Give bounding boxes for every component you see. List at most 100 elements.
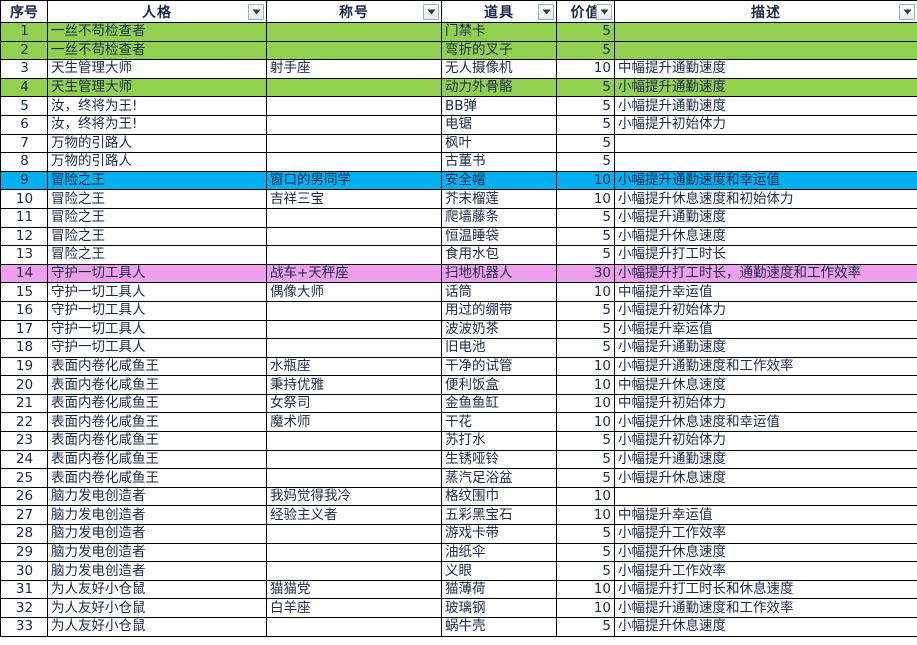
column-header-title[interactable]: 称号	[266, 0, 442, 23]
filter-dropdown-personality[interactable]	[248, 3, 264, 20]
cell-value[interactable]: 10	[556, 579, 615, 600]
cell-seq[interactable]: 32	[0, 598, 48, 618]
cell-item[interactable]: 义眼	[441, 561, 557, 581]
table-row[interactable]: 4 天生管理大师 动力外骨骼 5 小幅提升通勤速度	[0, 77, 917, 98]
cell-personality[interactable]: 脑力发电创造者	[47, 486, 267, 507]
cell-title[interactable]	[266, 114, 442, 135]
cell-personality[interactable]: 脑力发电创造者	[47, 505, 267, 526]
cell-description[interactable]: 小幅提升通勤速度	[614, 338, 917, 358]
cell-seq[interactable]: 15	[0, 282, 48, 302]
cell-title[interactable]: 秉持优雅	[266, 375, 442, 395]
cell-value[interactable]: 5	[556, 300, 615, 321]
cell-seq[interactable]: 30	[0, 561, 48, 581]
cell-personality[interactable]: 守护一切工具人	[47, 263, 267, 284]
cell-description[interactable]	[614, 486, 917, 507]
cell-seq[interactable]: 18	[0, 338, 48, 358]
cell-seq[interactable]: 24	[0, 449, 48, 470]
cell-seq[interactable]: 11	[0, 207, 48, 228]
cell-value[interactable]: 10	[556, 356, 615, 377]
cell-value[interactable]: 5	[556, 449, 615, 470]
column-header-personality[interactable]: 人格	[47, 0, 267, 23]
cell-item[interactable]: BB弹	[441, 96, 557, 116]
column-header-value[interactable]: 价值	[556, 0, 615, 23]
cell-personality[interactable]: 冒险之王	[47, 245, 267, 265]
cell-value[interactable]: 30	[556, 263, 615, 284]
cell-title[interactable]: 偶像大师	[266, 282, 442, 302]
cell-seq[interactable]: 4	[0, 77, 48, 98]
column-header-item[interactable]: 道具	[441, 0, 557, 23]
cell-value[interactable]: 5	[556, 542, 615, 563]
cell-description[interactable]: 小幅提升通勤速度和工作效率	[614, 356, 917, 377]
cell-description[interactable]: 小幅提升初始体力	[614, 300, 917, 321]
cell-value[interactable]: 10	[556, 598, 615, 618]
cell-personality[interactable]: 天生管理大师	[47, 77, 267, 98]
cell-description[interactable]: 小幅提升休息速度	[614, 542, 917, 563]
table-row[interactable]: 16 守护一切工具人 用过的绷带 5 小幅提升初始体力	[0, 300, 917, 321]
cell-item[interactable]: 苏打水	[441, 431, 557, 451]
cell-item[interactable]: 干净的试管	[441, 356, 557, 377]
cell-description[interactable]: 小幅提升休息速度	[614, 617, 917, 637]
table-row[interactable]: 31 为人友好小仓鼠 猫猫党 猫薄荷 10 小幅提升打工时长和休息速度	[0, 579, 917, 600]
table-row[interactable]: 26 脑力发电创造者 我妈觉得我冷 格纹围巾 10	[0, 486, 917, 507]
cell-value[interactable]: 5	[556, 207, 615, 228]
cell-seq[interactable]: 33	[0, 617, 48, 637]
cell-value[interactable]: 5	[556, 431, 615, 451]
cell-seq[interactable]: 28	[0, 524, 48, 544]
cell-description[interactable]: 小幅提升休息速度	[614, 468, 917, 488]
cell-seq[interactable]: 3	[0, 59, 48, 79]
cell-description[interactable]: 小幅提升通勤速度和工作效率	[614, 598, 917, 618]
cell-seq[interactable]: 16	[0, 300, 48, 321]
cell-title[interactable]	[266, 96, 442, 116]
cell-item[interactable]: 弯折的叉子	[441, 40, 557, 61]
filter-dropdown-value[interactable]	[596, 3, 612, 20]
cell-title[interactable]	[266, 226, 442, 247]
cell-personality[interactable]: 守护一切工具人	[47, 282, 267, 302]
cell-value[interactable]: 5	[556, 617, 615, 637]
table-row[interactable]: 13 冒险之王 食用水包 5 小幅提升打工时长	[0, 245, 917, 265]
cell-description[interactable]	[614, 22, 917, 42]
table-row[interactable]: 17 守护一切工具人 波波奶茶 5 小幅提升幸运值	[0, 319, 917, 340]
cell-title[interactable]	[266, 152, 442, 172]
cell-description[interactable]: 小幅提升休息速度和初始体力	[614, 189, 917, 209]
table-row[interactable]: 12 冒险之王 恒温睡袋 5 小幅提升休息速度	[0, 226, 917, 247]
cell-title[interactable]	[266, 77, 442, 98]
cell-description[interactable]	[614, 40, 917, 61]
cell-title[interactable]: 射手座	[266, 59, 442, 79]
table-row[interactable]: 10 冒险之王 吉祥三宝 芥末榴莲 10 小幅提升休息速度和初始体力	[0, 189, 917, 209]
cell-item[interactable]: 五彩黑宝石	[441, 505, 557, 526]
table-row[interactable]: 3 天生管理大师 射手座 无人摄像机 10 中幅提升通勤速度	[0, 59, 917, 79]
cell-title[interactable]	[266, 207, 442, 228]
cell-title[interactable]: 窗口的男同学	[266, 170, 442, 191]
cell-seq[interactable]: 20	[0, 375, 48, 395]
cell-seq[interactable]: 21	[0, 393, 48, 414]
cell-description[interactable]: 小幅提升打工时长，通勤速度和工作效率	[614, 263, 917, 284]
cell-value[interactable]: 5	[556, 226, 615, 247]
cell-item[interactable]: 扫地机器人	[441, 263, 557, 284]
cell-description[interactable]: 小幅提升打工时长和休息速度	[614, 579, 917, 600]
cell-seq[interactable]: 1	[0, 22, 48, 42]
cell-personality[interactable]: 守护一切工具人	[47, 319, 267, 340]
cell-title[interactable]	[266, 468, 442, 488]
cell-item[interactable]: 话筒	[441, 282, 557, 302]
cell-seq[interactable]: 10	[0, 189, 48, 209]
cell-personality[interactable]: 冒险之王	[47, 189, 267, 209]
cell-description[interactable]: 小幅提升休息速度和幸运值	[614, 412, 917, 433]
cell-personality[interactable]: 万物的引路人	[47, 133, 267, 154]
cell-personality[interactable]: 表面内卷化咸鱼王	[47, 449, 267, 470]
cell-description[interactable]: 小幅提升工作效率	[614, 524, 917, 544]
cell-description[interactable]: 小幅提升休息速度	[614, 226, 917, 247]
cell-value[interactable]: 10	[556, 59, 615, 79]
cell-description[interactable]: 小幅提升通勤速度和幸运值	[614, 170, 917, 191]
cell-personality[interactable]: 冒险之王	[47, 226, 267, 247]
cell-seq[interactable]: 13	[0, 245, 48, 265]
filter-dropdown-title[interactable]	[423, 3, 439, 20]
cell-personality[interactable]: 脑力发电创造者	[47, 542, 267, 563]
cell-description[interactable]: 小幅提升通勤速度	[614, 449, 917, 470]
cell-personality[interactable]: 冒险之王	[47, 207, 267, 228]
table-row[interactable]: 8 万物的引路人 古董书 5	[0, 152, 917, 172]
cell-personality[interactable]: 为人友好小仓鼠	[47, 617, 267, 637]
cell-title[interactable]	[266, 22, 442, 42]
cell-seq[interactable]: 19	[0, 356, 48, 377]
cell-item[interactable]: 古董书	[441, 152, 557, 172]
cell-title[interactable]: 女祭司	[266, 393, 442, 414]
